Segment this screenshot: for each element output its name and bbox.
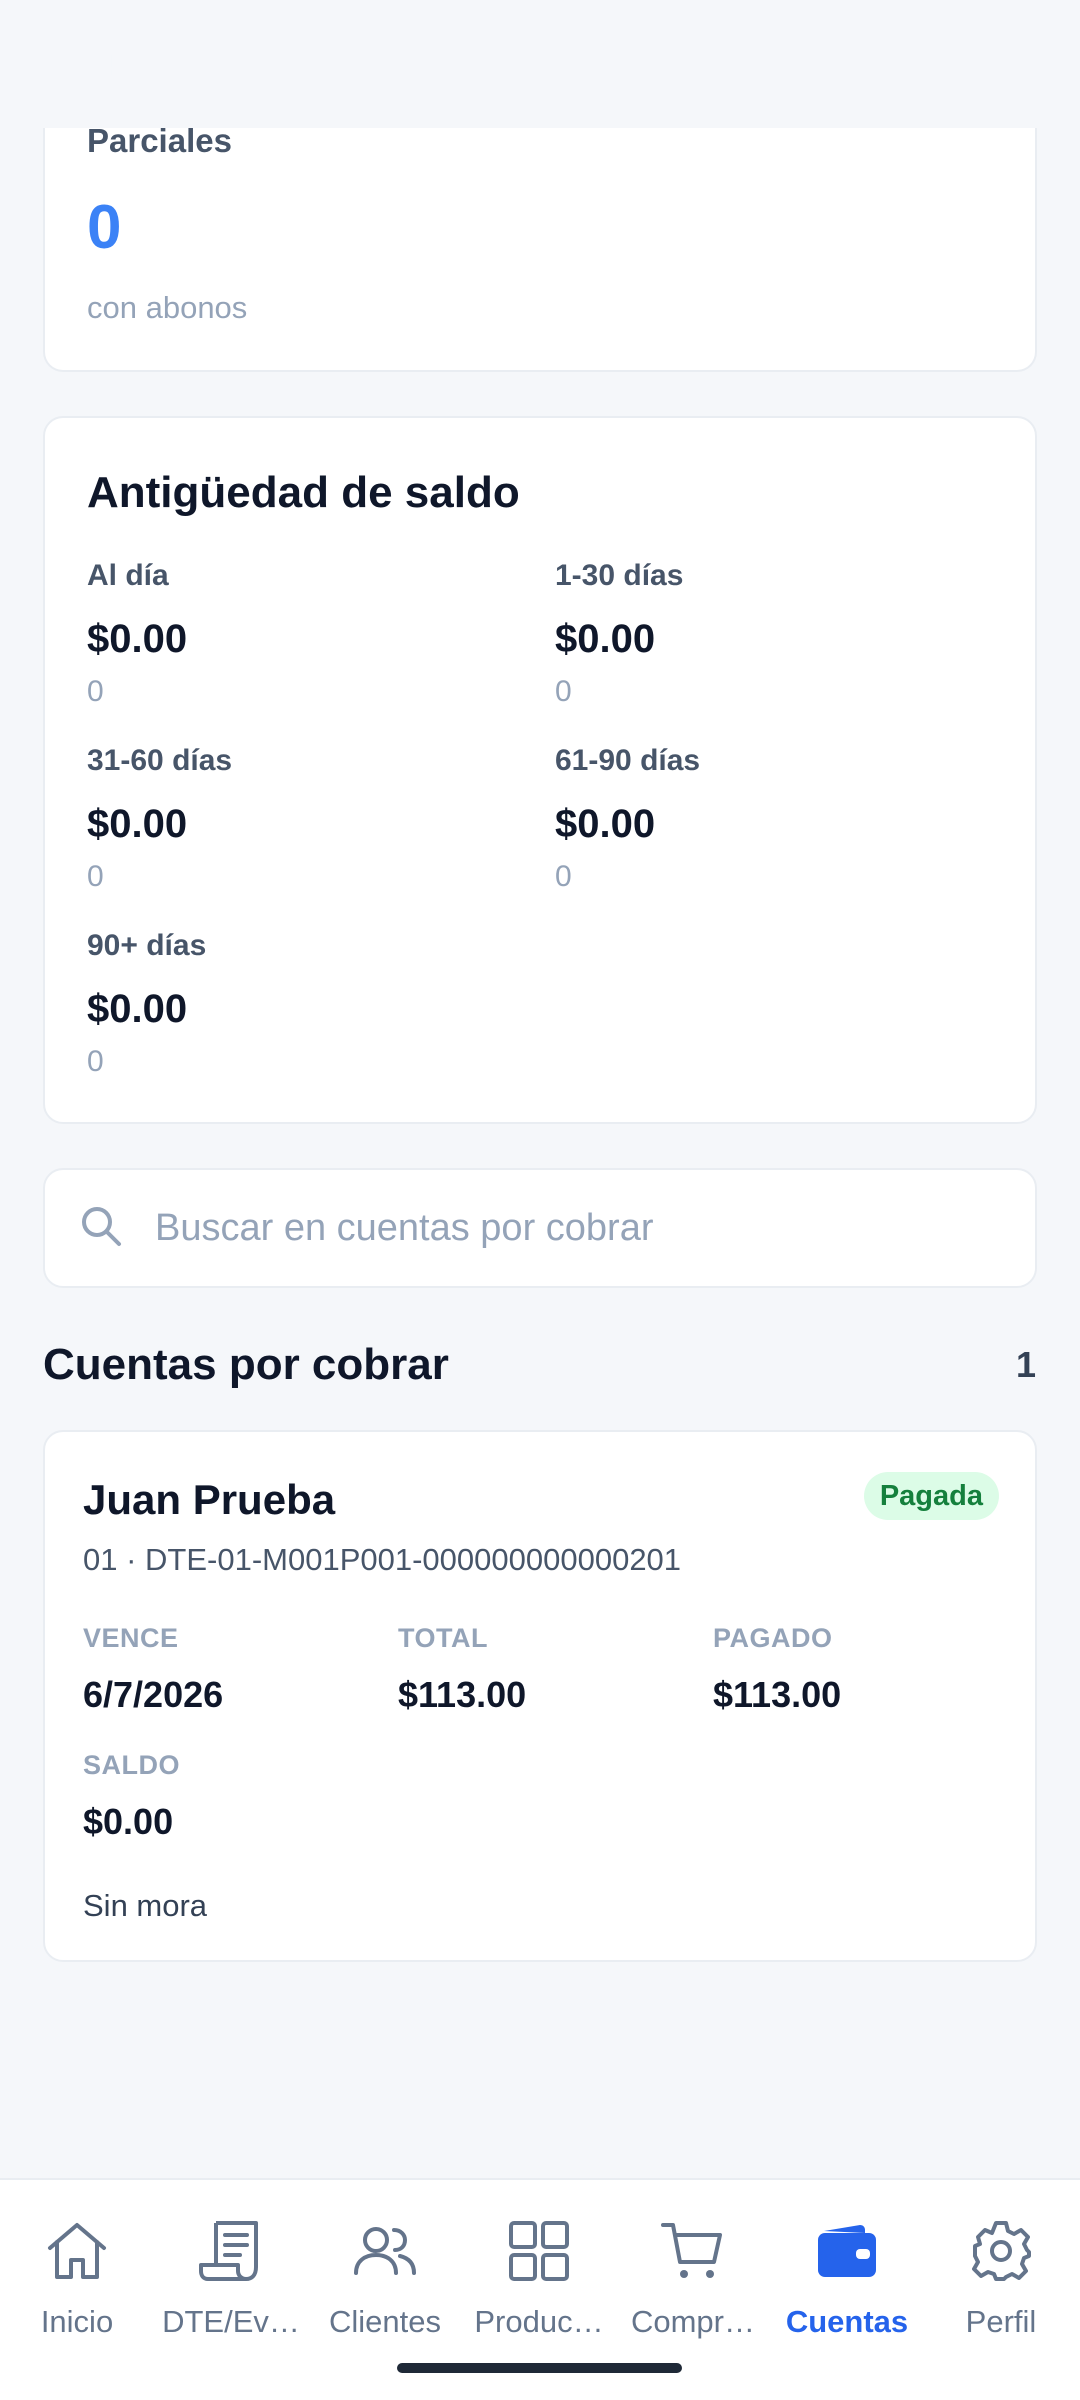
wallet-icon	[816, 2216, 878, 2286]
nav-item-cuentas[interactable]: Cuentas	[770, 2216, 924, 2366]
aging-bucket-label: 1-30 días	[555, 559, 684, 592]
aging-bucket: 31-60 días $0.00 0	[87, 743, 507, 895]
aging-bucket: 61-90 días $0.00 0	[555, 743, 975, 895]
aging-bucket-count: 0	[87, 675, 104, 708]
grid-icon	[508, 2216, 570, 2286]
aging-bucket: 90+ días $0.00 0	[87, 928, 507, 1080]
nav-item-compras[interactable]: Compr…	[616, 2216, 770, 2366]
section-count: 1	[1015, 1344, 1036, 1385]
balance-label: SALDO	[83, 1750, 180, 1780]
nav-item-perfil[interactable]: Perfil	[924, 2216, 1078, 2366]
aging-title: Antigüedad de saldo	[87, 468, 520, 517]
cart-icon	[660, 2216, 726, 2286]
aging-bucket: Al día $0.00 0	[87, 558, 507, 710]
nav-label: Inicio	[40, 2304, 114, 2339]
aging-card: Antigüedad de saldo Al día $0.00 0 1-30 …	[43, 416, 1037, 1124]
nav-item-clientes[interactable]: Clientes	[308, 2216, 462, 2366]
signal-icon	[956, 46, 990, 83]
aging-bucket-label: Al día	[87, 559, 169, 592]
status-badge: Pagada	[863, 1472, 999, 1520]
due-field: VENCE 6/7/2026	[83, 1622, 223, 1716]
search-icon	[79, 1204, 123, 1253]
shield-icon	[159, 45, 189, 83]
summary-sub: con abonos	[87, 290, 248, 325]
nav-label: Compr…	[630, 2304, 755, 2339]
aging-bucket-amount: $0.00	[555, 617, 656, 661]
nav-label: Cuentas	[785, 2304, 909, 2339]
aging-bucket-label: 61-90 días	[555, 744, 701, 777]
home-icon	[44, 2216, 110, 2286]
aging-bucket-count: 0	[87, 860, 104, 893]
aging-bucket-label: 31-60 días	[87, 744, 233, 777]
summary-value: 0	[87, 193, 122, 262]
balance-field: SALDO $0.00	[83, 1749, 180, 1843]
aging-bucket-count: 0	[555, 675, 572, 708]
nav-item-productos[interactable]: Produc…	[462, 2216, 616, 2366]
paid-field: PAGADO $113.00	[713, 1622, 841, 1716]
status-icons	[898, 45, 1028, 84]
battery-icon	[1008, 45, 1028, 84]
total-label: TOTAL	[398, 1623, 488, 1653]
aging-bucket: 1-30 días $0.00 0	[555, 558, 975, 710]
status-time: 12:43	[52, 44, 138, 83]
aging-bucket-amount: $0.00	[87, 802, 188, 846]
aging-bucket-amount: $0.00	[555, 802, 656, 846]
receivable-card[interactable]: Juan Prueba Pagada 01 · DTE-01-M001P001-…	[43, 1430, 1037, 1962]
nav-label: Produc…	[474, 2304, 604, 2339]
balance-value: $0.00	[83, 1801, 174, 1842]
wifi-icon	[898, 46, 938, 83]
aging-bucket-label: 90+ días	[87, 929, 207, 962]
search-box[interactable]	[43, 1168, 1037, 1288]
client-name: Juan Prueba	[83, 1476, 336, 1523]
search-input[interactable]	[155, 1206, 975, 1250]
home-indicator[interactable]	[397, 2363, 682, 2373]
due-value: 6/7/2026	[83, 1674, 224, 1715]
nav-label: Clientes	[329, 2304, 441, 2339]
aging-bucket-amount: $0.00	[87, 987, 188, 1031]
summary-card-parciales: Parciales 0 con abonos	[43, 92, 1037, 372]
gear-icon	[970, 2216, 1032, 2286]
document-number: 01 · DTE-01-M001P001-000000000000201	[83, 1542, 682, 1577]
paid-value: $113.00	[713, 1674, 842, 1715]
aging-bucket-count: 0	[87, 1045, 104, 1078]
paid-label: PAGADO	[713, 1623, 833, 1653]
nav-label: Perfil	[965, 2304, 1037, 2339]
receipt-icon	[198, 2216, 264, 2286]
aging-bucket-count: 0	[555, 860, 572, 893]
aging-bucket-amount: $0.00	[87, 617, 188, 661]
overdue-status: Sin mora	[83, 1888, 208, 1923]
users-icon	[352, 2216, 418, 2286]
due-label: VENCE	[83, 1623, 179, 1653]
total-value: $113.00	[398, 1674, 527, 1715]
total-field: TOTAL $113.00	[398, 1622, 526, 1716]
section-title: Cuentas por cobrar	[43, 1340, 449, 1389]
status-bar: 12:43	[0, 0, 1080, 128]
nav-item-inicio[interactable]: Inicio	[0, 2216, 154, 2366]
nav-label: DTE/Ev…	[162, 2304, 300, 2339]
nav-item-dte[interactable]: DTE/Ev…	[154, 2216, 308, 2366]
